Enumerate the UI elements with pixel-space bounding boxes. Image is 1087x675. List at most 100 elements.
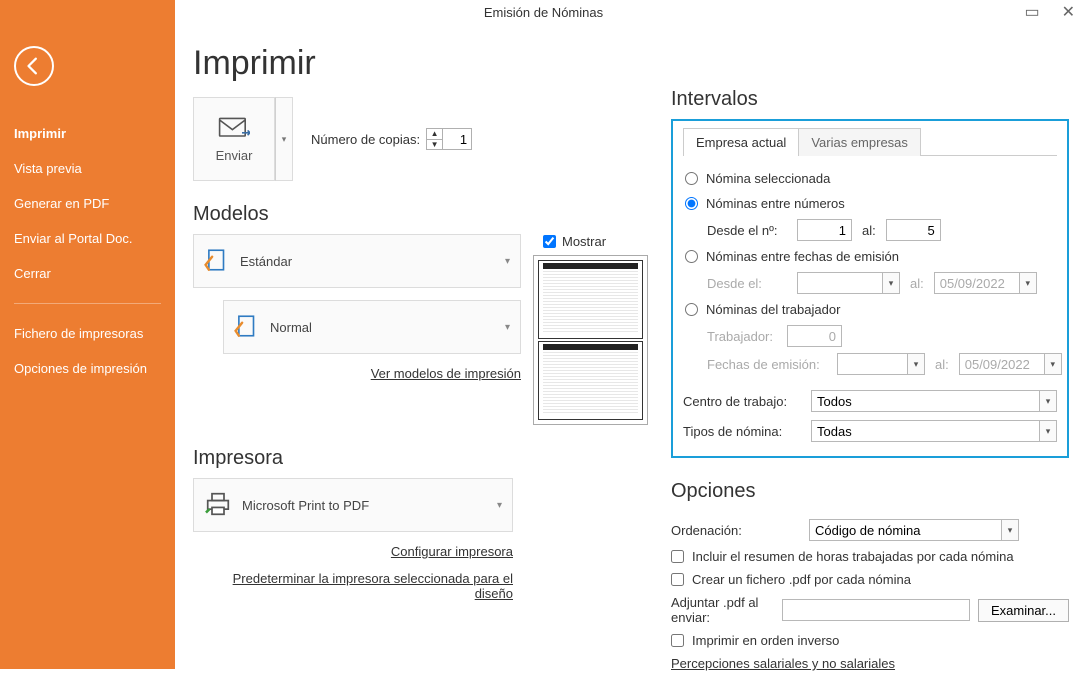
orden-combo[interactable]: ▾ <box>809 519 1019 541</box>
chk-pdf[interactable] <box>671 573 684 586</box>
radio-nominas-trabajador[interactable] <box>685 303 698 316</box>
chk-pdf-label: Crear un fichero .pdf por cada nómina <box>692 572 911 587</box>
chevron-down-icon: ▾ <box>497 500 502 511</box>
adj-input[interactable] <box>782 599 970 621</box>
worker-label: Trabajador: <box>707 329 777 344</box>
radio-label: Nóminas del trabajador <box>706 302 840 317</box>
to-label: al: <box>910 276 924 291</box>
sidebar-item-vista-previa[interactable]: Vista previa <box>0 151 175 186</box>
sidebar-item-fichero-impresoras[interactable]: Fichero de impresoras <box>0 316 175 351</box>
send-row: Enviar ▾ Número de copias: ▲ ▼ <box>193 97 648 181</box>
radio-nominas-numeros[interactable] <box>685 197 698 210</box>
printer-heading: Impresora <box>193 447 648 470</box>
spinner-down[interactable]: ▼ <box>427 140 442 150</box>
preview-thumbnail[interactable] <box>533 255 648 425</box>
worker-input[interactable] <box>787 325 842 347</box>
adj-label: Adjuntar .pdf al enviar: <box>671 595 774 625</box>
sidebar-item-generar-pdf[interactable]: Generar en PDF <box>0 186 175 221</box>
send-button[interactable]: Enviar <box>193 97 275 181</box>
page-title: Imprimir <box>193 44 648 83</box>
chk-inverso-row[interactable]: Imprimir en orden inverso <box>671 629 1069 652</box>
browse-button[interactable]: Examinar... <box>978 599 1069 622</box>
chk-resumen-row[interactable]: Incluir el resumen de horas trabajadas p… <box>671 545 1069 568</box>
sidebar-item-imprimir[interactable]: Imprimir <box>0 116 175 151</box>
worker-from-date-input[interactable] <box>837 353 907 375</box>
copies-label: Número de copias: <box>311 132 420 147</box>
copies-spinner[interactable]: ▲ ▼ <box>426 128 472 150</box>
document-icon <box>234 313 260 342</box>
sidebar-separator <box>14 303 161 304</box>
radio-nomina-seleccionada[interactable] <box>685 172 698 185</box>
from-number-input[interactable] <box>797 219 852 241</box>
to-label: al: <box>935 357 949 372</box>
radio-nominas-fechas[interactable] <box>685 250 698 263</box>
chk-pdf-row[interactable]: Crear un fichero .pdf por cada nómina <box>671 568 1069 591</box>
radio-label: Nóminas entre fechas de emisión <box>706 249 899 264</box>
close-button[interactable]: ✕ <box>1058 2 1079 22</box>
send-dropdown-button[interactable]: ▾ <box>275 97 293 181</box>
worker-from-date-dropdown[interactable]: ▾ <box>907 353 925 375</box>
chevron-down-icon: ▾ <box>282 134 287 145</box>
sidebar-item-cerrar[interactable]: Cerrar <box>0 256 175 291</box>
printer-icon <box>204 492 232 519</box>
models-link[interactable]: Ver modelos de impresión <box>371 366 521 381</box>
radio-label: Nóminas entre números <box>706 196 845 211</box>
chevron-down-icon[interactable]: ▾ <box>1001 519 1019 541</box>
back-arrow-icon <box>23 55 45 77</box>
centro-value[interactable] <box>811 390 1039 412</box>
tab-empresa-actual[interactable]: Empresa actual <box>683 128 799 156</box>
worker-to-date-dropdown[interactable]: ▾ <box>1044 353 1062 375</box>
chk-inverso[interactable] <box>671 634 684 647</box>
printer-select[interactable]: Microsoft Print to PDF ▾ <box>193 478 513 532</box>
predetermine-printer-link[interactable]: Predeterminar la impresora seleccionada … <box>233 571 513 601</box>
options-heading: Opciones <box>671 480 1069 503</box>
intervals-box: Empresa actual Varias empresas Nómina se… <box>671 119 1069 458</box>
preview-page-2 <box>538 341 643 420</box>
from-date-label: Desde el: <box>707 276 787 291</box>
main: Imprimir Enviar ▾ Número de copias: <box>175 32 1087 669</box>
to-number-input[interactable] <box>886 219 941 241</box>
intervals-heading: Intervalos <box>671 88 1069 111</box>
tipos-label: Tipos de nómina: <box>683 424 803 439</box>
sidebar-item-enviar-portal[interactable]: Enviar al Portal Doc. <box>0 221 175 256</box>
sidebar-item-opciones-impresion[interactable]: Opciones de impresión <box>0 351 175 386</box>
chk-resumen[interactable] <box>671 550 684 563</box>
show-checkbox-row[interactable]: Mostrar <box>543 234 648 249</box>
model-standard[interactable]: Estándar ▾ <box>193 234 521 288</box>
centro-label: Centro de trabajo: <box>683 394 803 409</box>
to-date-input[interactable] <box>934 272 1019 294</box>
chevron-down-icon: ▾ <box>505 322 510 333</box>
document-icon <box>204 247 230 276</box>
centro-combo[interactable]: ▾ <box>811 390 1057 412</box>
orden-value[interactable] <box>809 519 1001 541</box>
to-label: al: <box>862 223 876 238</box>
maximize-button[interactable]: ▭ <box>1020 2 1043 22</box>
orden-label: Ordenación: <box>671 523 801 538</box>
worker-to-date-input[interactable] <box>959 353 1044 375</box>
worker-dates-label: Fechas de emisión: <box>707 357 827 372</box>
preview-page-1 <box>538 260 643 339</box>
spinner-up[interactable]: ▲ <box>427 129 442 140</box>
chk-resumen-label: Incluir el resumen de horas trabajadas p… <box>692 549 1014 564</box>
configure-printer-link[interactable]: Configurar impresora <box>391 544 513 559</box>
sidebar: Imprimir Vista previa Generar en PDF Env… <box>0 0 175 669</box>
window-title: Emisión de Nóminas <box>484 5 603 20</box>
tab-varias-empresas[interactable]: Varias empresas <box>798 128 921 156</box>
radio-label: Nómina seleccionada <box>706 171 830 186</box>
show-checkbox[interactable] <box>543 235 556 248</box>
from-date-dropdown[interactable]: ▾ <box>882 272 900 294</box>
back-button[interactable] <box>14 46 54 86</box>
show-label: Mostrar <box>562 234 606 249</box>
from-date-input[interactable] <box>797 272 882 294</box>
chk-inverso-label: Imprimir en orden inverso <box>692 633 839 648</box>
to-date-dropdown[interactable]: ▾ <box>1019 272 1037 294</box>
envelope-icon <box>218 116 250 140</box>
chevron-down-icon[interactable]: ▾ <box>1039 390 1057 412</box>
tipos-combo[interactable]: ▾ <box>811 420 1057 442</box>
chevron-down-icon[interactable]: ▾ <box>1039 420 1057 442</box>
copies-input[interactable] <box>443 129 471 149</box>
from-number-label: Desde el nº: <box>707 223 787 238</box>
tipos-value[interactable] <box>811 420 1039 442</box>
chevron-down-icon: ▾ <box>505 256 510 267</box>
model-normal[interactable]: Normal ▾ <box>223 300 521 354</box>
